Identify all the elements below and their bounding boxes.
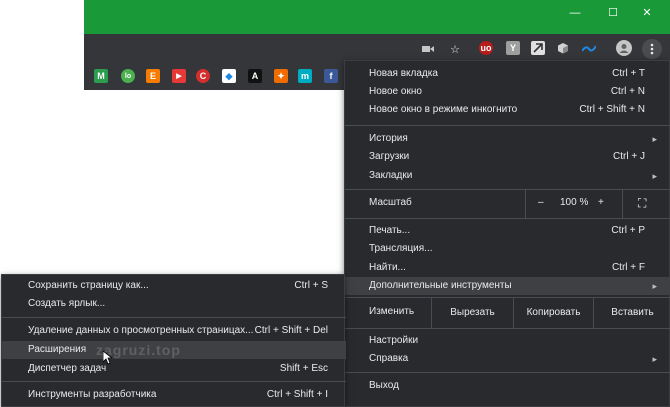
more-tools-submenu: Сохранить страницу как... Ctrl + S Создат… [1, 274, 346, 407]
mouse-cursor-icon [102, 350, 114, 368]
cut-button[interactable]: Вырезать [431, 298, 513, 328]
wave-icon[interactable] [582, 41, 596, 55]
menu-downloads[interactable]: Загрузки Ctrl + J [345, 148, 670, 166]
menu-cast[interactable]: Трансляция... [345, 240, 670, 258]
copy-button[interactable]: Копировать [513, 298, 593, 328]
menu-exit[interactable]: Выход [345, 377, 670, 395]
bookmark-m-green[interactable]: M [94, 69, 108, 83]
ublock-icon[interactable]: uo [479, 41, 493, 55]
window-titlebar: — ☐ ✕ [84, 0, 670, 34]
zoom-out-button[interactable]: – [538, 197, 544, 208]
bookmark-c-red[interactable]: C [196, 69, 210, 83]
submenu-divider [2, 381, 346, 382]
menu-divider [345, 125, 670, 126]
bookmark-facebook[interactable]: f [324, 69, 338, 83]
zoom-in-button[interactable]: + [598, 197, 604, 208]
bookmark-orange[interactable]: ✦ [274, 69, 288, 83]
zoom-divider [622, 190, 623, 218]
menu-new-window[interactable]: Новое окно Ctrl + N [345, 83, 670, 101]
paste-button[interactable]: Вставить [593, 298, 670, 328]
bookmark-m-teal[interactable]: m [298, 69, 312, 83]
edit-label: Изменить [369, 306, 415, 317]
submenu-dev-tools[interactable]: Инструменты разработчика Ctrl + Shift + I [2, 386, 346, 404]
more-menu-icon[interactable] [642, 39, 662, 59]
bookmark-pin[interactable]: ◆ [222, 69, 236, 83]
submenu-create-shortcut[interactable]: Создать ярлык... [2, 295, 346, 313]
profile-avatar[interactable] [616, 40, 632, 56]
submenu-task-manager[interactable]: Диспетчер задач Shift + Esc [2, 360, 346, 378]
menu-history[interactable]: История [345, 130, 670, 148]
submenu-save-page[interactable]: Сохранить страницу как... Ctrl + S [2, 277, 346, 295]
menu-zoom-row: Масштаб – 100 % + ⛶ [345, 190, 670, 218]
close-button[interactable]: ✕ [634, 4, 660, 22]
menu-settings[interactable]: Настройки [345, 332, 670, 350]
bookmark-lo[interactable]: lo [121, 69, 135, 83]
bookmark-a[interactable]: A [248, 69, 262, 83]
chrome-main-menu: Новая вкладка Ctrl + T Новое окно Ctrl + N… [344, 60, 670, 407]
menu-bookmarks[interactable]: Закладки [345, 167, 670, 185]
menu-find[interactable]: Найти... Ctrl + F [345, 259, 670, 277]
camera-icon[interactable] [421, 42, 435, 56]
menu-print[interactable]: Печать... Ctrl + P [345, 222, 670, 240]
menu-incognito[interactable]: Новое окно в режиме инкогнито Ctrl + Shif… [345, 101, 670, 119]
menu-edit-row: Изменить Вырезать Копировать Вставить [345, 298, 670, 328]
menu-divider [345, 218, 670, 219]
menu-help[interactable]: Справка [345, 350, 670, 368]
zoom-label: Масштаб [369, 197, 412, 208]
extension-icon[interactable] [531, 41, 545, 55]
submenu-clear-data[interactable]: Удаление данных о просмотренных страница… [2, 322, 346, 340]
bookmark-youtube[interactable]: ▶ [172, 69, 186, 83]
minimize-button[interactable]: — [562, 4, 588, 22]
zoom-controls: – 100 % + ⛶ [525, 190, 670, 218]
star-icon[interactable]: ☆ [448, 42, 462, 56]
maximize-button[interactable]: ☐ [600, 4, 626, 22]
yandex-icon[interactable]: Y [506, 41, 520, 55]
menu-new-tab[interactable]: Новая вкладка Ctrl + T [345, 65, 670, 83]
zoom-value: 100 % [560, 197, 589, 208]
menu-divider [345, 372, 670, 373]
menu-more-tools[interactable]: Дополнительные инструменты [345, 277, 670, 295]
submenu-divider [2, 317, 346, 318]
cube-icon[interactable] [556, 41, 570, 55]
menu-divider [345, 328, 670, 329]
fullscreen-icon[interactable]: ⛶ [638, 196, 646, 211]
bookmark-e[interactable]: E [146, 69, 160, 83]
